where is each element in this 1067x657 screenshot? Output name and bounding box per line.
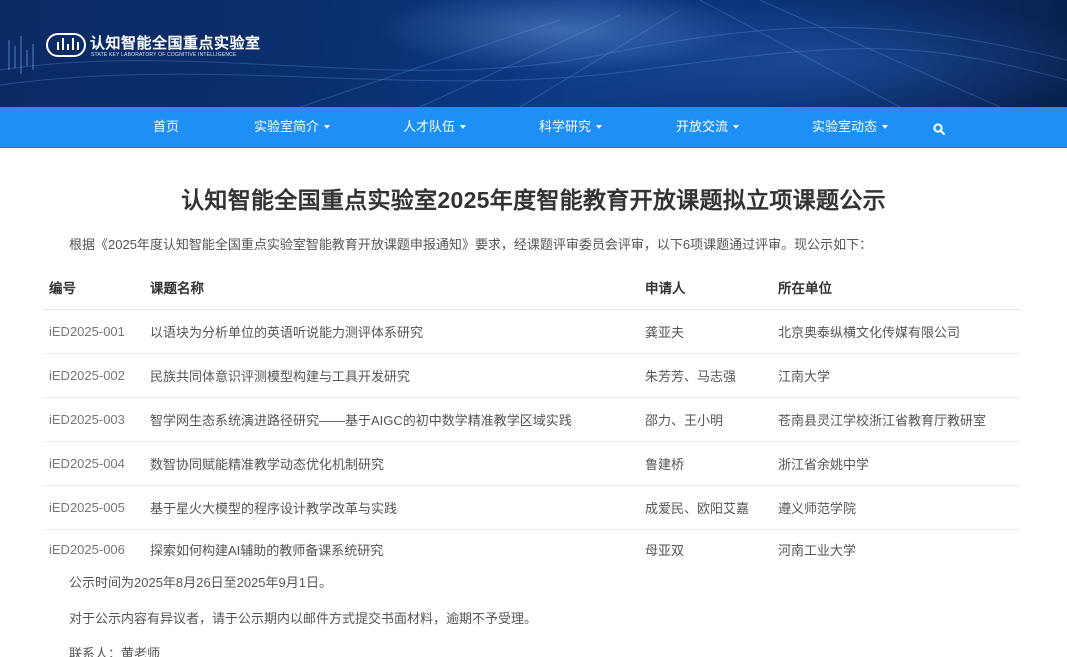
caret-down-icon [324, 125, 331, 129]
column-header-code: 编号 [43, 266, 144, 310]
logo-icon [46, 33, 86, 57]
objection-notice: 对于公示内容有异议者，请于公示期内以邮件方式提交书面材料，逾期不予受理。 [69, 611, 538, 626]
cell-code: iED2025-003 [43, 396, 144, 441]
search-icon[interactable] [933, 123, 945, 135]
nav-item-label: 人才队伍 [403, 119, 456, 134]
nav-item-home[interactable]: 首页 [153, 107, 179, 148]
cell-institution: 苍南县灵江学校浙江省教育厅教研室 [772, 396, 1020, 441]
column-header-applicant: 申请人 [639, 266, 772, 310]
table-row: iED2025-004 数智协同赋能精准教学动态优化机制研究 鲁建桥 浙江省余姚… [43, 440, 1020, 485]
nav-item-news[interactable]: 实验室动态 [812, 107, 889, 148]
header-banner: 认知智能全国重点实验室 STATE KEY LABORATORY OF COGN… [0, 0, 1067, 107]
announcement-period: 公示时间为2025年8月26日至2025年9月1日。 [69, 575, 332, 590]
caret-down-icon [596, 125, 603, 129]
nav-item-research[interactable]: 科学研究 [539, 107, 603, 148]
column-header-title: 课题名称 [144, 266, 639, 310]
cell-title: 民族共同体意识评测模型构建与工具开发研究 [144, 352, 639, 397]
table-row: iED2025-005 基于星火大模型的程序设计教学改革与实践 成爱民、欧阳艾嘉… [43, 484, 1020, 529]
cell-code: iED2025-005 [43, 484, 144, 529]
cell-institution: 北京奥泰纵横文化传媒有限公司 [772, 308, 1020, 353]
cell-applicant: 邵力、王小明 [639, 396, 772, 441]
nav-item-label: 实验室动态 [812, 119, 878, 134]
caret-down-icon [460, 125, 467, 129]
table-header-row: 编号 课题名称 申请人 所在单位 [43, 266, 1020, 310]
logo-title-cn: 认知智能全国重点实验室 [90, 35, 261, 52]
cell-code: iED2025-004 [43, 440, 144, 485]
page-title: 认知智能全国重点实验室2025年度智能教育开放课题拟立项课题公示 [181, 187, 886, 213]
cell-title: 以语块为分析单位的英语听说能力测评体系研究 [144, 308, 639, 353]
main-nav: 首页 实验室简介 人才队伍 科学研究 开放交流 实验室动态 [0, 107, 1067, 148]
cell-applicant: 成爱民、欧阳艾嘉 [639, 484, 772, 529]
column-header-institution: 所在单位 [772, 266, 1020, 310]
cell-applicant: 龚亚夫 [639, 308, 772, 353]
nav-item-talent[interactable]: 人才队伍 [403, 107, 467, 148]
caret-down-icon [733, 125, 740, 129]
cell-code: iED2025-006 [43, 528, 144, 569]
cell-code: iED2025-002 [43, 352, 144, 397]
nav-item-exchange[interactable]: 开放交流 [676, 107, 740, 148]
cell-code: iED2025-001 [43, 308, 144, 353]
cell-institution: 浙江省余姚中学 [772, 440, 1020, 485]
cell-institution: 河南工业大学 [772, 528, 1020, 569]
nav-item-about[interactable]: 实验室简介 [254, 107, 331, 148]
cell-institution: 江南大学 [772, 352, 1020, 397]
nav-item-label: 开放交流 [676, 119, 729, 134]
cell-title: 基于星火大模型的程序设计教学改革与实践 [144, 484, 639, 529]
cell-title: 智学网生态系统演进路径研究——基于AIGC的初中数学精准教学区域实践 [144, 396, 639, 441]
intro-paragraph: 根据《2025年度认知智能全国重点实验室智能教育开放课题申报通知》要求，经课题评… [69, 237, 873, 252]
table-row: iED2025-001 以语块为分析单位的英语听说能力测评体系研究 龚亚夫 北京… [43, 308, 1020, 353]
nav-item-label: 实验室简介 [254, 119, 320, 134]
cell-institution: 遵义师范学院 [772, 484, 1020, 529]
nav-item-label: 首页 [153, 119, 180, 134]
nav-item-label: 科学研究 [539, 119, 592, 134]
contact-person: 联系人：黄老师 [69, 646, 161, 657]
caret-down-icon [882, 125, 889, 129]
logo-title-en: STATE KEY LABORATORY OF COGNITIVE INTELL… [91, 52, 237, 58]
projects-table: 编号 课题名称 申请人 所在单位 iED2025-001 以语块为分析单位的英语… [43, 266, 1020, 569]
cell-title: 数智协同赋能精准教学动态优化机制研究 [144, 440, 639, 485]
table-row: iED2025-006 探索如何构建AI辅助的教师备课系统研究 母亚双 河南工业… [43, 528, 1020, 569]
table-row: iED2025-003 智学网生态系统演进路径研究——基于AIGC的初中数学精准… [43, 396, 1020, 441]
cell-applicant: 鲁建桥 [639, 440, 772, 485]
cell-title: 探索如何构建AI辅助的教师备课系统研究 [144, 528, 639, 569]
cell-applicant: 朱芳芳、马志强 [639, 352, 772, 397]
cell-applicant: 母亚双 [639, 528, 772, 569]
table-row: iED2025-002 民族共同体意识评测模型构建与工具开发研究 朱芳芳、马志强… [43, 352, 1020, 397]
